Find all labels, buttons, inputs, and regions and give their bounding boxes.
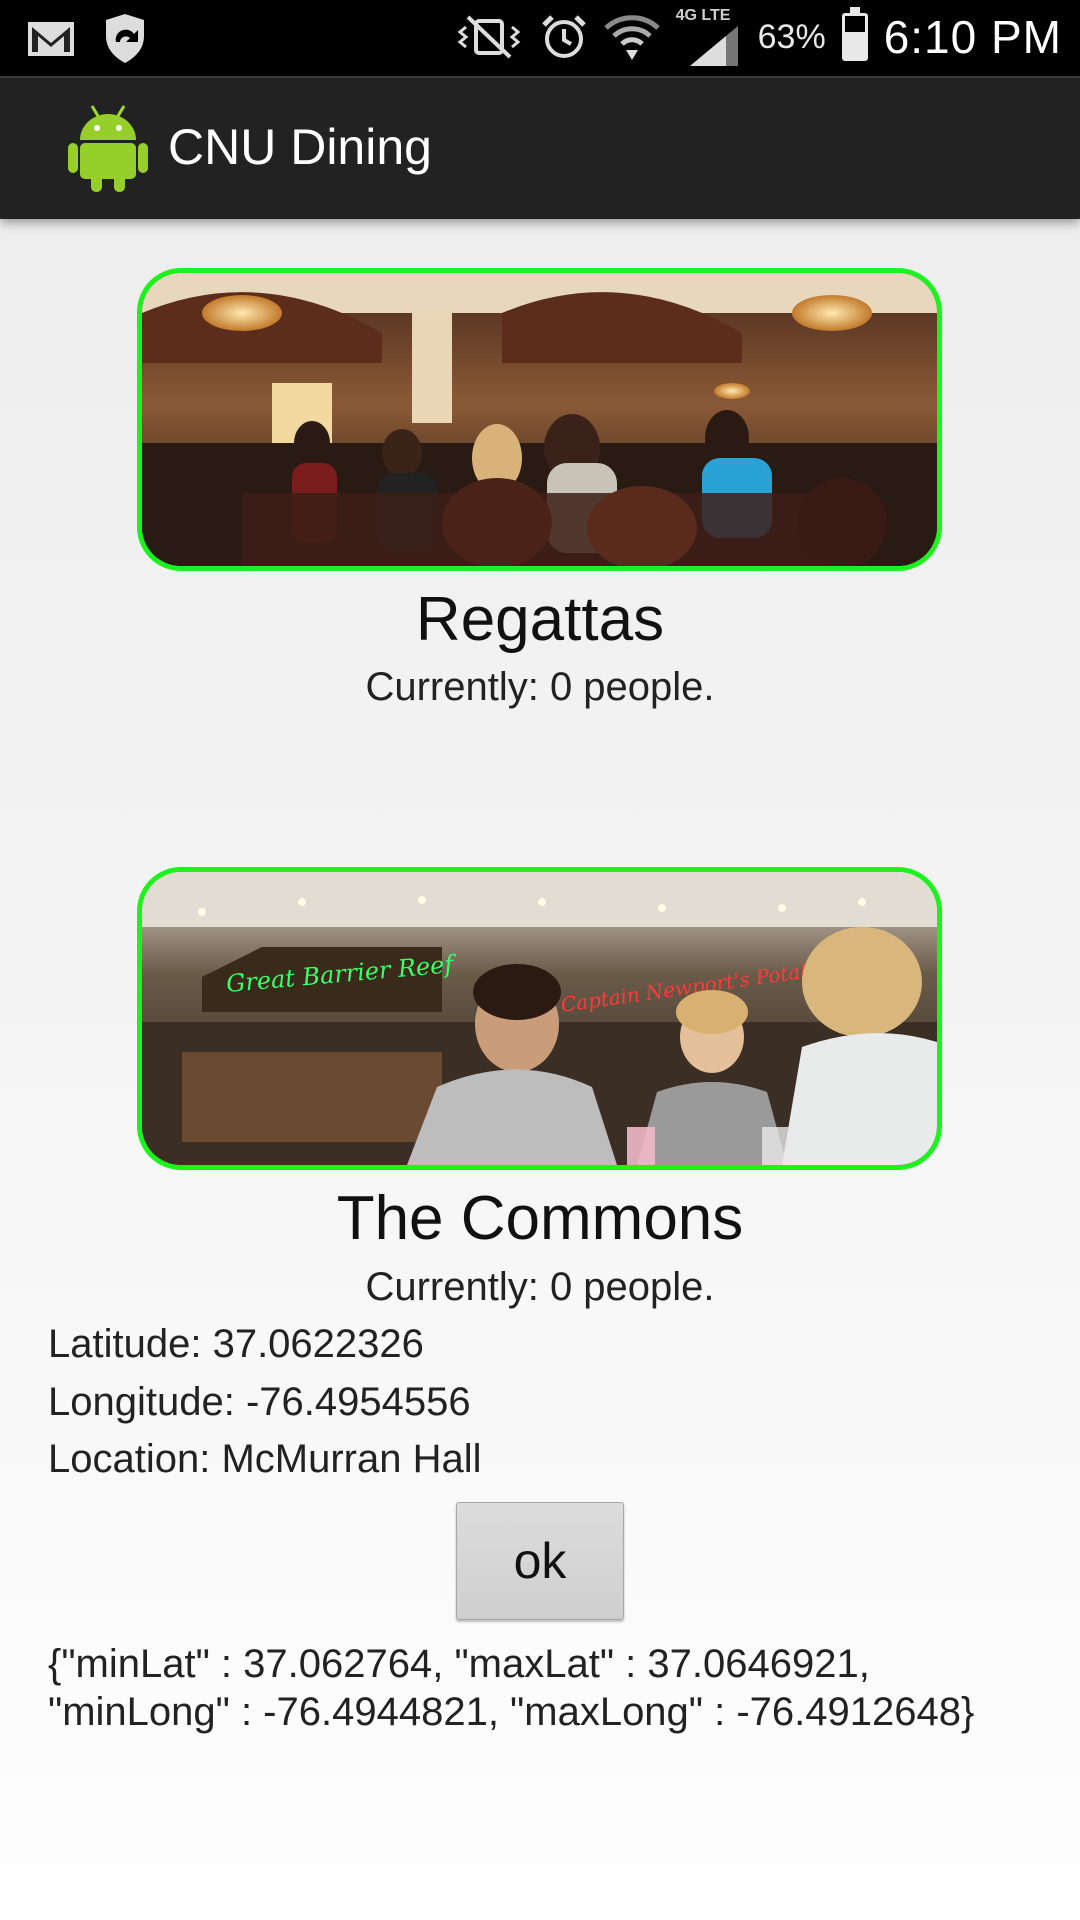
venue-card-regattas[interactable] [137, 268, 942, 571]
battery-percent: 63% [757, 17, 826, 56]
location-text: Location: McMurran Hall [48, 1437, 482, 1481]
venue-photo-commons[interactable]: Great Barrier Reef Captain Newport's Pot… [137, 867, 942, 1170]
gmail-icon [26, 19, 76, 59]
action-bar: CNU Dining [0, 76, 1080, 219]
venue-name-commons: The Commons [336, 1184, 744, 1253]
network-type-label: 4G LTE [675, 7, 731, 24]
venue-count-commons: Currently: 0 people. [365, 1265, 715, 1309]
venue-name-regattas: Regattas [415, 585, 665, 654]
status-bar: 4G LTE 63% 6:10 PM [0, 0, 1080, 76]
latitude-text: Latitude: 37.0622326 [48, 1322, 424, 1366]
ok-button[interactable]: ok [456, 1502, 624, 1620]
android-icon[interactable] [66, 102, 150, 192]
lte-signal-icon: 4G LTE [676, 8, 742, 66]
venue-card-commons[interactable]: Great Barrier Reef Captain Newport's Pot… [137, 867, 942, 1170]
shield-sync-icon [102, 14, 148, 64]
alarm-icon [540, 13, 588, 61]
venue-photo-regattas[interactable] [137, 268, 942, 571]
bounds-json-text: {"minLat" : 37.062764, "maxLat" : 37.064… [48, 1642, 975, 1734]
battery-icon [841, 7, 868, 61]
longitude-text: Longitude: -76.4954556 [48, 1380, 471, 1424]
clock: 6:10 PM [883, 11, 1062, 63]
app-title: CNU Dining [168, 119, 432, 175]
venue-count-regattas: Currently: 0 people. [365, 665, 715, 709]
vibrate-mute-icon [454, 15, 524, 59]
wifi-icon [603, 12, 660, 62]
